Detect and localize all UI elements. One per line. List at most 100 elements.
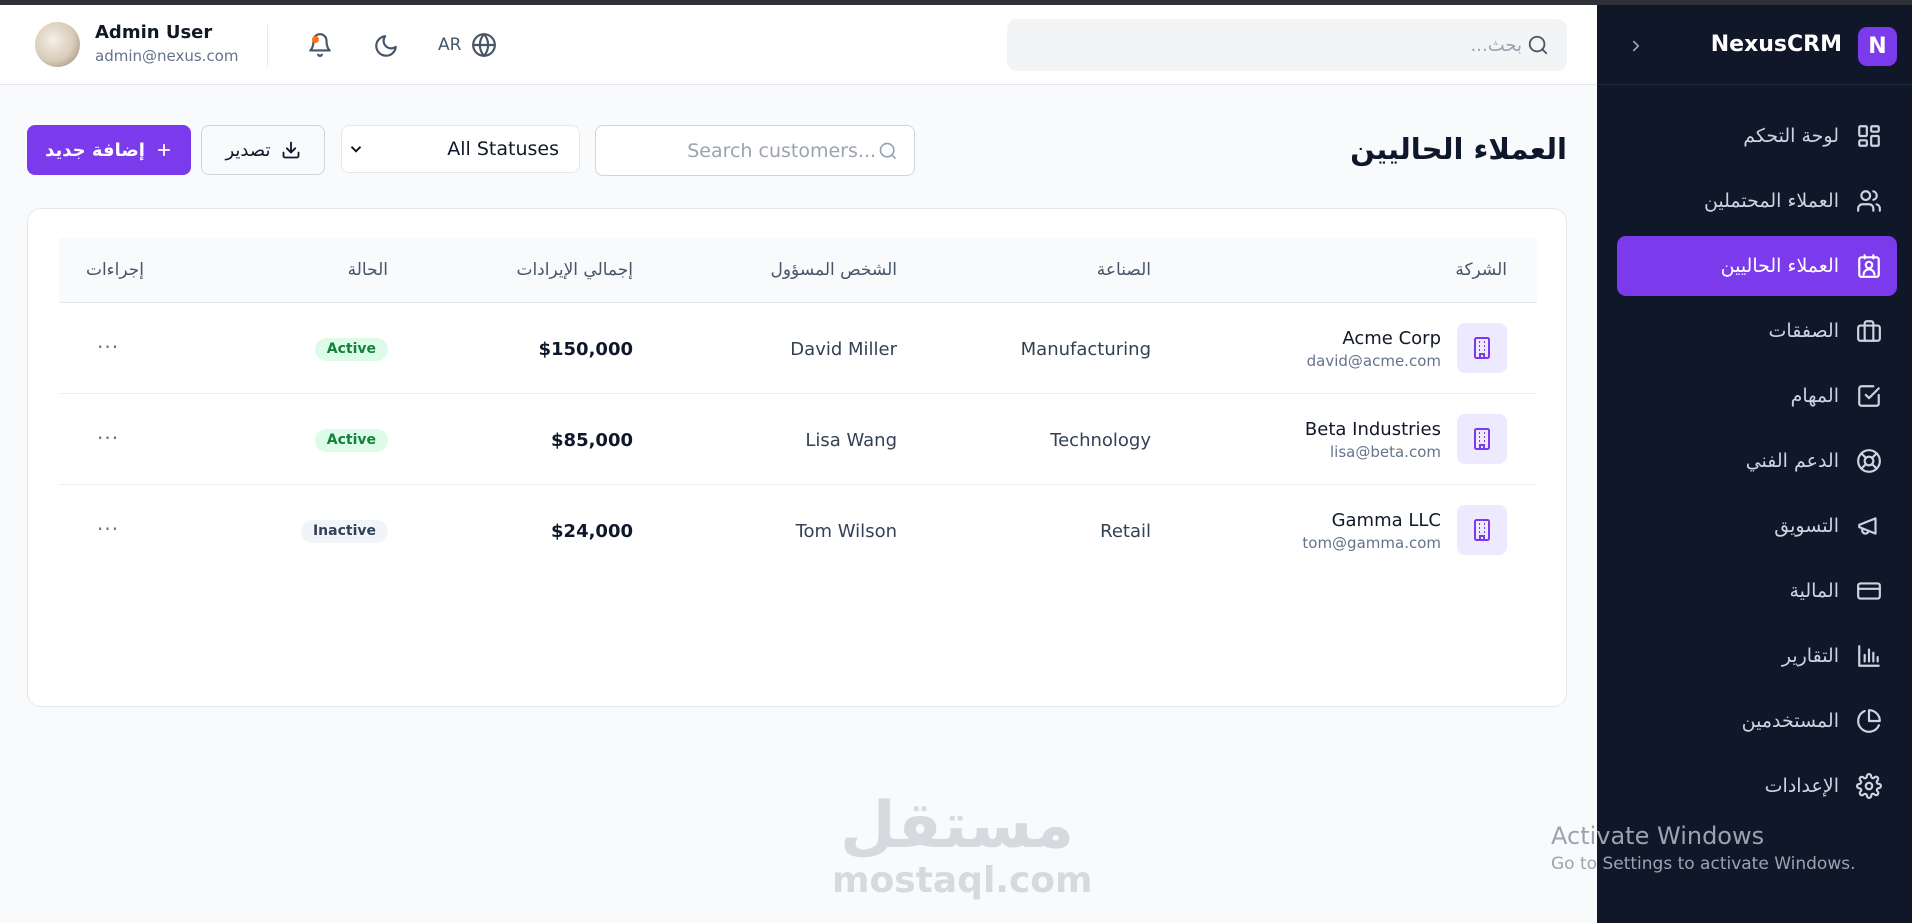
sidebar-item-customers[interactable]: العملاء الحاليين [1617, 236, 1897, 296]
status-filter-select[interactable]: All Statuses [341, 125, 580, 173]
sidebar-item-label: العملاء الحاليين [1720, 255, 1839, 277]
column-header-contact[interactable]: الشخص المسؤول [770, 260, 897, 280]
dashboard-icon [1856, 123, 1882, 149]
revenue-cell: $85,000 [551, 430, 633, 451]
globe-icon[interactable] [471, 32, 497, 58]
watermark-arabic: مستقل [839, 789, 1075, 863]
building-icon [1457, 323, 1507, 373]
sidebar-item-label: التقارير [1781, 645, 1839, 667]
table-row[interactable]: Acme Corp david@acme.com Manufacturing D… [59, 303, 1537, 394]
export-label: تصدير [225, 139, 271, 161]
sidebar-item-label: العملاء المحتملين [1703, 190, 1839, 212]
bar-chart-icon [1856, 643, 1882, 669]
gear-icon [1856, 773, 1882, 799]
sidebar-item-label: لوحة التحكم [1743, 125, 1839, 147]
activate-subtitle: Go to Settings to activate Windows. [1551, 854, 1856, 874]
company-email: tom@gamma.com [1302, 534, 1441, 552]
global-search-input[interactable] [1007, 19, 1522, 71]
industry-cell: Retail [1100, 521, 1151, 542]
column-header-status[interactable]: الحالة [348, 260, 388, 280]
add-new-button[interactable]: إضافة جديد [27, 125, 191, 175]
building-icon [1457, 505, 1507, 555]
avatar[interactable] [35, 22, 80, 67]
more-actions-icon[interactable]: ··· [97, 335, 119, 359]
table-row[interactable]: Beta Industries lisa@beta.com Technology… [59, 394, 1537, 485]
watermark: مستقل mostaql.com [832, 789, 1093, 901]
customers-table-card: الشركة الصناعة الشخص المسؤول إجمالي الإي… [27, 208, 1567, 707]
moon-icon[interactable] [373, 33, 399, 59]
more-actions-icon[interactable]: ··· [97, 426, 119, 450]
pie-chart-icon [1856, 708, 1882, 734]
status-badge: Inactive [300, 520, 388, 543]
credit-card-icon [1856, 578, 1882, 604]
column-header-company[interactable]: الشركة [1455, 260, 1507, 280]
chevron-down-icon [347, 140, 365, 158]
sidebar-item-label: الصفقات [1768, 320, 1839, 342]
company-email: david@acme.com [1306, 352, 1441, 370]
bell-icon[interactable] [307, 32, 333, 58]
activate-title: Activate Windows [1551, 822, 1765, 850]
sidebar-item-dashboard[interactable]: لوحة التحكم [1617, 106, 1897, 166]
sidebar-item-label: التسويق [1774, 515, 1839, 537]
customer-search-input[interactable] [676, 126, 876, 175]
sidebar-item-settings[interactable]: الإعدادات [1617, 756, 1897, 816]
sidebar-item-users[interactable]: المستخدمين [1617, 691, 1897, 751]
column-header-actions: إجراءات [85, 260, 144, 280]
sidebar-item-finance[interactable]: المالية [1617, 561, 1897, 621]
industry-cell: Manufacturing [1020, 339, 1151, 360]
users-icon [1856, 188, 1882, 214]
sidebar-item-marketing[interactable]: التسويق [1617, 496, 1897, 556]
sidebar-item-label: الإعدادات [1764, 775, 1839, 797]
sidebar-item-tasks[interactable]: المهام [1617, 366, 1897, 426]
export-button[interactable]: تصدير [201, 125, 325, 175]
sidebar-item-label: المستخدمين [1741, 710, 1839, 732]
search-icon [878, 141, 898, 161]
window-top-strip [0, 0, 1912, 5]
top-header: Admin User admin@nexus.com AR [0, 5, 1597, 85]
briefcase-icon [1856, 318, 1882, 344]
sidebar-item-deals[interactable]: الصفقات [1617, 301, 1897, 361]
revenue-cell: $24,000 [551, 521, 633, 542]
company-name[interactable]: Gamma LLC [1332, 510, 1441, 531]
brand-name: NexusCRM [1710, 32, 1842, 57]
brand-logo[interactable]: N [1858, 27, 1897, 66]
watermark-latin: mostaql.com [832, 860, 1093, 901]
contact-cell: Lisa Wang [805, 430, 897, 451]
table-header: الشركة الصناعة الشخص المسؤول إجمالي الإي… [59, 238, 1537, 303]
download-icon [282, 141, 299, 159]
more-actions-icon[interactable]: ··· [97, 517, 119, 541]
user-email: admin@nexus.com [95, 47, 239, 65]
add-label: إضافة جديد [45, 139, 145, 161]
revenue-cell: $150,000 [538, 339, 633, 360]
sidebar-item-reports[interactable]: التقارير [1617, 626, 1897, 686]
language-toggle[interactable]: AR [438, 35, 461, 55]
company-name[interactable]: Beta Industries [1305, 419, 1441, 440]
table-row[interactable]: Gamma LLC tom@gamma.com Retail Tom Wilso… [59, 485, 1537, 576]
header-divider [267, 25, 268, 67]
contact-cell: David Miller [790, 339, 897, 360]
column-header-industry[interactable]: الصناعة [1097, 260, 1151, 280]
activate-windows-overlay: Activate Windows Go to Settings to activ… [1551, 821, 1856, 875]
customer-search-box [595, 125, 915, 176]
building-icon [1457, 414, 1507, 464]
sidebar-item-label: الدعم الفني [1745, 450, 1839, 472]
contact-cell: Tom Wilson [795, 521, 897, 542]
lifebuoy-icon [1856, 448, 1882, 474]
column-header-revenue[interactable]: إجمالي الإيرادات [516, 260, 633, 280]
status-badge: Active [314, 429, 388, 452]
search-icon [1527, 34, 1549, 56]
page-title: العملاء الحاليين [1350, 132, 1567, 166]
sidebar-item-label: المهام [1790, 385, 1839, 407]
company-name[interactable]: Acme Corp [1342, 328, 1441, 349]
sidebar-item-support[interactable]: الدعم الفني [1617, 431, 1897, 491]
user-name: Admin User [95, 22, 213, 43]
status-badge: Active [314, 338, 388, 361]
sidebar-nav: لوحة التحكم العملاء المحتملين العملاء ال… [1617, 106, 1897, 821]
task-check-icon [1856, 383, 1882, 409]
status-filter-value: All Statuses [447, 138, 559, 160]
notification-dot [312, 36, 319, 43]
chevron-right-icon[interactable] [1627, 37, 1645, 55]
company-email: lisa@beta.com [1330, 443, 1441, 461]
sidebar-item-leads[interactable]: العملاء المحتملين [1617, 171, 1897, 231]
sidebar: N NexusCRM لوحة التحكم العملاء المحتملين… [1597, 5, 1912, 923]
